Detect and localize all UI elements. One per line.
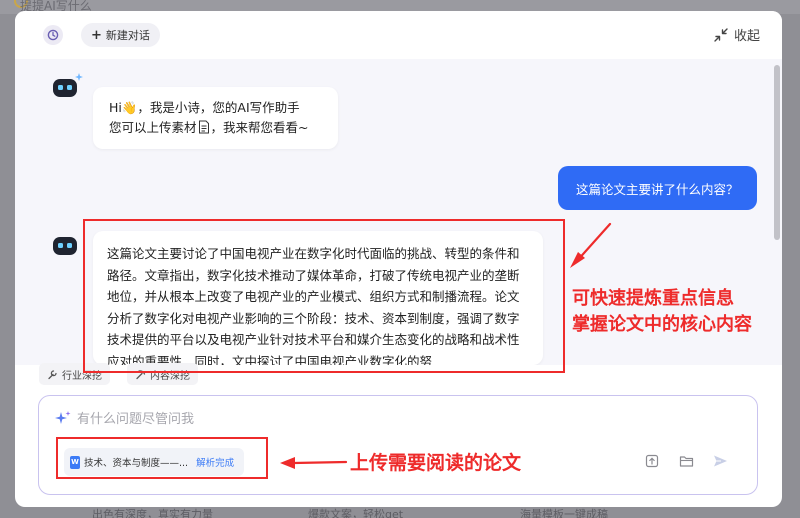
upload-annotation-arrow [280, 457, 348, 469]
upload-note: 上传需要阅读的论文 [350, 452, 522, 474]
collapse-button[interactable]: 收起 [714, 25, 760, 44]
upload-highlight-box [56, 437, 268, 479]
send-icon[interactable] [713, 454, 728, 468]
message-input[interactable]: 有什么问题尽管问我 [55, 408, 194, 427]
new-chat-label: 新建对话 [105, 29, 150, 42]
background-feature-1: 出色有深度，真实有力量 [92, 508, 213, 518]
greeting-line-2-post: ，我来帮您看看~ [210, 120, 309, 135]
panel-header: + 新建对话 收起 [15, 11, 782, 59]
greeting-line-2-pre: 您可以上传素材 [109, 120, 197, 135]
background-feature-3: 海量模板一键成稿 [520, 508, 608, 518]
wrench-icon [48, 369, 57, 379]
new-chat-button[interactable]: + 新建对话 [81, 23, 160, 47]
answer-annotation-arrow [570, 222, 612, 268]
bot-greeting-message: Hi👋，我是小诗，您的AI写作助手 您可以上传素材 ，我来帮您看看~ [93, 87, 338, 149]
bot-avatar [51, 71, 83, 101]
greeting-line-1: Hi👋，我是小诗，您的AI写作助手 [109, 100, 300, 115]
plus-icon: + [91, 27, 102, 43]
collapse-icon [714, 27, 728, 42]
robot-icon [53, 237, 77, 255]
collapse-label: 收起 [733, 29, 760, 44]
user-message: 这篇论文主要讲了什么内容？ [558, 166, 757, 210]
answer-highlight-box [83, 219, 565, 373]
sparkle-icon [55, 410, 71, 424]
document-icon [198, 120, 209, 134]
upload-icon[interactable] [645, 454, 659, 468]
background-feature-2: 爆款文案，轻松get [308, 508, 404, 518]
chat-scrollbar[interactable] [772, 59, 782, 365]
history-button[interactable] [43, 25, 63, 45]
input-placeholder-text: 有什么问题尽管问我 [77, 412, 195, 427]
clock-icon [47, 29, 59, 41]
greeting-line-2: 您可以上传素材 ，我来帮您看看~ [109, 118, 322, 138]
answer-note-line-1: 可快速提炼重点信息 [572, 288, 734, 309]
robot-icon [53, 73, 83, 97]
folder-icon[interactable] [679, 454, 694, 468]
scrollbar-thumb[interactable] [774, 65, 780, 240]
answer-note-line-2: 掌握论文中的核心内容 [572, 314, 752, 335]
bot-avatar-2 [51, 233, 83, 263]
